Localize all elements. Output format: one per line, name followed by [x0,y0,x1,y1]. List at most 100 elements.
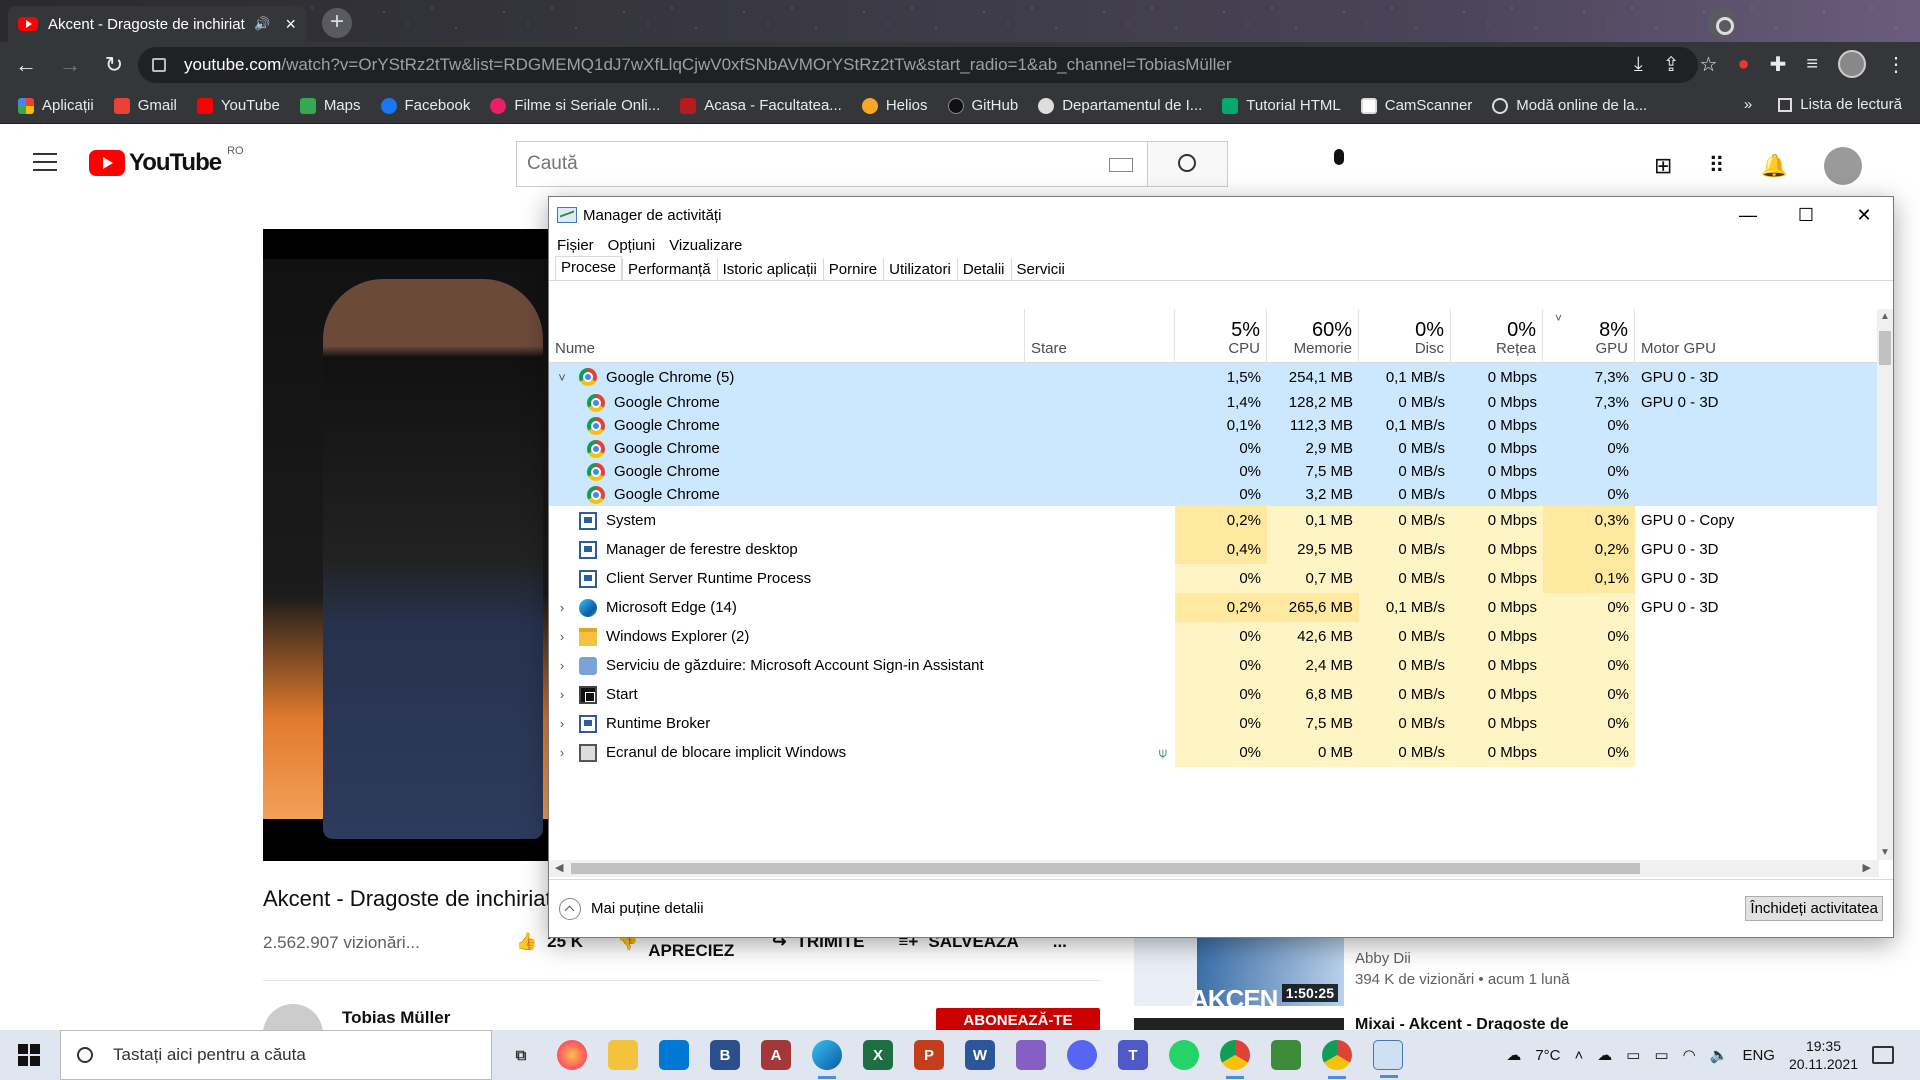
bookmarks-overflow-button[interactable]: » [1744,96,1752,113]
task-manager-taskbar-icon[interactable] [1373,1040,1403,1078]
menu-view[interactable]: Vizualizare [669,237,742,254]
expand-chevron-icon[interactable]: › [555,658,569,673]
account-avatar[interactable] [1824,147,1862,185]
suggested-video-thumbnail-2[interactable] [1134,1018,1344,1030]
bookmark-helios[interactable]: Helios [861,97,928,114]
bookmark-github[interactable]: GitHub [947,97,1018,114]
device-icon[interactable]: ▭ [1626,1046,1640,1064]
clock[interactable]: 19:35 20.11.2021 [1789,1037,1858,1073]
weather-temp[interactable]: 7°C [1535,1047,1560,1064]
table-row[interactable]: Google Chrome 0,1% 112,3 MB 0,1 MB/s 0 Mbps 0… [549,414,1879,437]
table-row[interactable]: Client Server Runtime Process 0% 0,7 MB 0 M… [549,564,1879,593]
subscribe-button[interactable]: ABONEAZĂ-TE [936,1008,1100,1032]
table-row[interactable]: › Ecranul de blocare implicit Windows ⍦ 0% 0… [549,738,1879,767]
whatsapp-icon[interactable] [1169,1040,1199,1070]
horizontal-scrollbar[interactable]: ◀ ▶ [549,860,1879,877]
reload-button[interactable]: ↻ [96,47,132,83]
profile-avatar[interactable] [1838,50,1866,78]
tab-details[interactable]: Detalii [956,258,1011,280]
search-button[interactable] [1147,142,1227,186]
table-row[interactable]: › Windows Explorer (2) 0% 42,6 MB 0 MB/s 0 Mb… [549,622,1879,651]
forward-button[interactable]: → [52,47,88,83]
table-row[interactable]: › Serviciu de găzduire: Microsoft Account… [549,651,1879,680]
visual-studio-icon[interactable] [1016,1040,1046,1070]
tab-processes[interactable]: Procese [555,256,623,280]
reading-list-icon[interactable] [1778,97,1793,112]
share-icon[interactable]: ⇪ [1663,52,1680,77]
youtube-logo[interactable]: YouTube RO [89,145,244,177]
close-button[interactable]: ✕ [1835,197,1893,233]
hamburger-menu-icon[interactable] [33,153,57,171]
table-row[interactable]: Google Chrome 1,4% 128,2 MB 0 MB/s 0 Mbps 7,3… [549,391,1879,414]
bookmark-camscanner[interactable]: CamScanner [1360,97,1472,114]
expand-chevron-icon[interactable]: › [555,629,569,644]
address-bar[interactable]: youtube.com /watch?v=OrYStRz2tTw&list=RD… [138,47,1698,83]
reading-list-button[interactable]: Lista de lectură [1800,96,1902,113]
tab-search-button[interactable] [1707,8,1737,38]
weather-cloud-icon[interactable]: ☁ [1506,1046,1521,1064]
create-video-icon[interactable]: ⊞ [1654,153,1672,179]
column-gpu[interactable]: ˅ 8% GPU [1543,309,1635,363]
discord-icon[interactable] [1067,1040,1097,1070]
wifi-icon[interactable]: ◠ [1683,1046,1696,1064]
maximize-button[interactable]: ☐ [1777,197,1835,233]
onedrive-icon[interactable]: ☁ [1597,1046,1612,1064]
search-input[interactable] [517,142,1109,186]
bookmark-moda[interactable]: Modă online de la... [1492,97,1647,114]
access-icon[interactable]: A [761,1040,791,1070]
scroll-right-icon[interactable]: ▶ [1863,861,1871,874]
chrome-icon[interactable] [1220,1040,1250,1079]
bookmark-tutorial-html[interactable]: Tutorial HTML [1222,97,1341,114]
install-app-icon[interactable]: ⤓ [1634,53,1643,76]
chrome-2-icon[interactable] [1322,1040,1352,1079]
scrollbar-thumb[interactable] [1879,331,1891,365]
firefox-icon[interactable] [557,1040,587,1070]
notifications-icon[interactable] [1872,1046,1894,1064]
table-row[interactable]: Manager de ferestre desktop 0,4% 29,5 MB 0 … [549,535,1879,564]
task-manager-titlebar[interactable]: Manager de activități — ☐ ✕ [549,197,1893,233]
column-status[interactable]: Stare [1025,309,1175,363]
extensions-puzzle-icon[interactable]: ✚ [1770,52,1787,77]
column-name[interactable]: Nume [549,309,1025,363]
word-icon[interactable]: W [965,1040,995,1070]
minimize-button[interactable]: — [1719,197,1777,233]
menu-options[interactable]: Opțiuni [608,237,656,254]
scroll-up-icon[interactable]: ▲ [1877,311,1893,322]
speaker-icon[interactable]: 🔊 [254,16,270,32]
windows-start-icon[interactable] [18,1044,40,1066]
end-task-button[interactable]: Închideți activitatea [1745,896,1883,921]
tab-services[interactable]: Servicii [1010,258,1071,280]
store-icon[interactable] [659,1040,689,1070]
vertical-scrollbar[interactable]: ▲ ▼ [1877,309,1893,860]
tab-close-icon[interactable]: × [285,14,296,35]
powerpoint-icon[interactable]: P [914,1040,944,1070]
edge-icon[interactable] [812,1040,842,1079]
bookmark-star-icon[interactable]: ☆ [1700,52,1718,77]
apps-grid-icon[interactable]: ⠿ [1708,153,1724,179]
table-row[interactable]: › Start 0% 6,8 MB 0 MB/s 0 Mbps 0% [549,680,1879,709]
scrollbar-thumb[interactable] [571,863,1640,874]
teams-icon[interactable]: T [1118,1040,1148,1070]
bookmark-filme[interactable]: Filme si Seriale Onli... [490,97,660,114]
table-row[interactable]: Google Chrome 0% 3,2 MB 0 MB/s 0 Mbps 0% [549,483,1879,506]
collapse-chevron-icon[interactable]: ˅ [555,370,569,385]
task-view-icon[interactable]: ⧉ [506,1040,536,1070]
tab-app-history[interactable]: Istoric aplicații [716,258,823,280]
volume-icon[interactable]: 🔈 [1710,1046,1729,1064]
channel-name[interactable]: Tobias Müller [342,1008,450,1028]
fewer-details-link[interactable]: Mai puține detalii [591,900,704,917]
bookmark-maps[interactable]: Maps [299,97,361,114]
table-row[interactable]: Google Chrome 0% 7,5 MB 0 MB/s 0 Mbps 0% [549,460,1879,483]
keyboard-icon[interactable] [1109,158,1133,172]
excel-icon[interactable]: X [863,1040,893,1070]
expand-chevron-icon[interactable]: › [555,745,569,760]
file-explorer-icon[interactable] [608,1040,638,1070]
suggested-title-2[interactable]: Mixai - Akcent - Dragoste de [1355,1016,1569,1030]
column-gpu-engine[interactable]: Motor GPU [1635,309,1879,363]
table-row[interactable]: System 0,2% 0,1 MB 0 MB/s 0 Mbps 0,3% GPU 0 - … [549,506,1879,535]
bookmark-facebook[interactable]: Facebook [380,97,470,114]
column-cpu[interactable]: 5% CPU [1175,309,1267,363]
suggested-video-thumbnail[interactable]: AKCEN 1:50:25 [1134,928,1344,1014]
table-row[interactable]: › Microsoft Edge (14) 0,2% 265,6 MB 0,1 MB/s… [549,593,1879,622]
tray-chevron-icon[interactable]: ˄ [1575,1047,1584,1064]
